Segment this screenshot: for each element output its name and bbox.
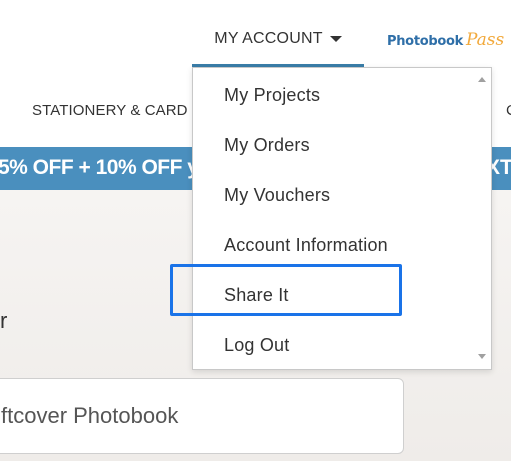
heading-fragment: r: [0, 308, 8, 333]
caret-down-icon: [329, 36, 342, 42]
menu-item-my-orders[interactable]: My Orders: [224, 127, 454, 163]
logo-word: Photobook: [387, 34, 463, 49]
product-type-field[interactable]: [0, 378, 404, 454]
menu-item-account-information[interactable]: Account Information: [224, 227, 454, 263]
dropdown-scrollbar[interactable]: [474, 68, 491, 369]
photobook-pass-logo[interactable]: Photobook Pass: [387, 30, 504, 52]
my-account-menu-button[interactable]: MY ACCOUNT: [192, 18, 364, 67]
nav-item-next[interactable]: C: [506, 102, 511, 119]
menu-item-share-it[interactable]: Share It: [224, 277, 454, 313]
nav-item-stationery[interactable]: STATIONERY & CARD: [32, 102, 188, 119]
menu-item-my-projects[interactable]: My Projects: [224, 77, 454, 113]
logo-script: Pass: [465, 30, 505, 50]
promo-text-left: 5% OFF + 10% OFF y: [0, 156, 199, 179]
top-header: MY ACCOUNT Photobook Pass: [0, 0, 511, 67]
menu-item-log-out[interactable]: Log Out: [224, 327, 454, 363]
scroll-up-arrow-icon[interactable]: [478, 77, 486, 82]
scroll-down-arrow-icon[interactable]: [478, 354, 486, 359]
menu-item-my-vouchers[interactable]: My Vouchers: [224, 177, 454, 213]
account-dropdown-menu: My Projects My Orders My Vouchers Accoun…: [192, 67, 492, 370]
my-account-label: MY ACCOUNT: [214, 30, 323, 47]
